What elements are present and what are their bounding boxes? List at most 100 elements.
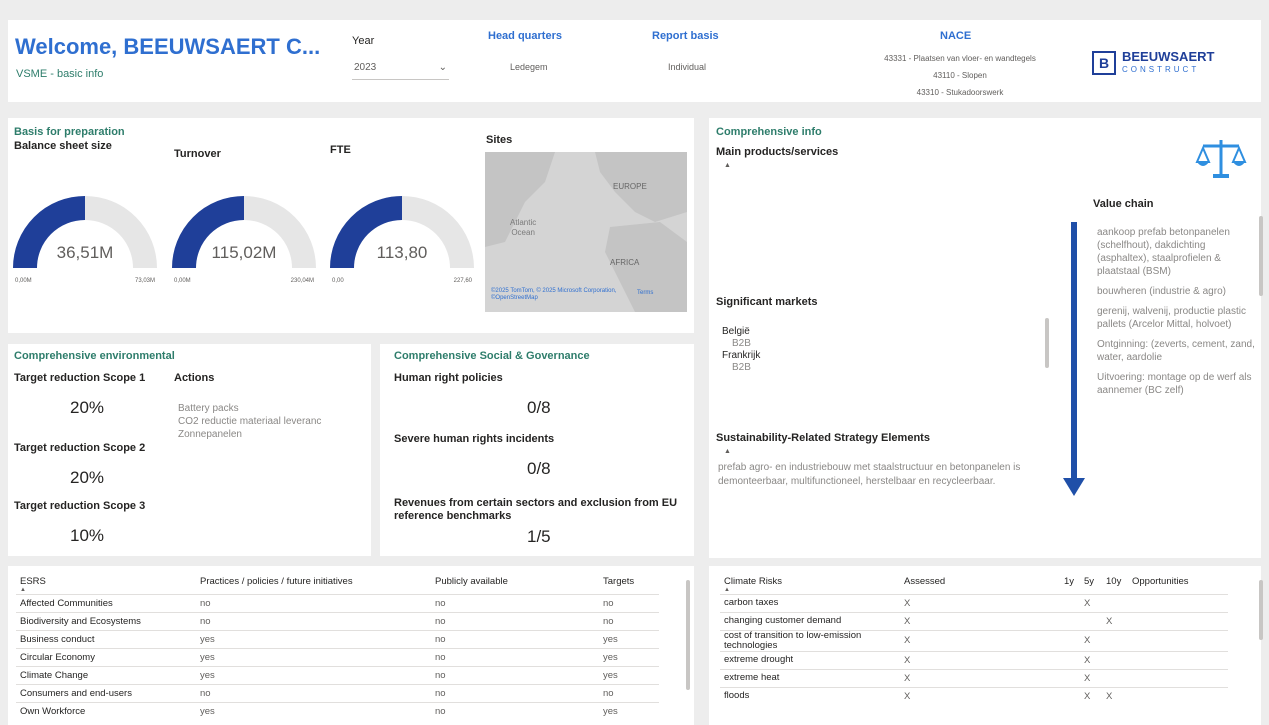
comprehensive-info-title: Comprehensive info xyxy=(716,126,822,138)
value-chain-scrollbar[interactable] xyxy=(1259,216,1263,296)
climate-risk-cell: carbon taxes xyxy=(720,593,900,612)
opportunities-cell xyxy=(1128,668,1228,687)
climate-risk-cell: floods xyxy=(720,686,900,705)
nace-item: 43331 - Plaatsen van vloer- en wandtegel… xyxy=(884,54,1036,63)
markets-scrollbar[interactable] xyxy=(1045,318,1049,368)
hr-policies-label: Human right policies xyxy=(394,372,503,384)
gauges-chart: 36,51M 0,00M 73,03M 115,02M 0,00M 230,04M 113,… xyxy=(13,196,474,284)
table-row[interactable]: floods X X X xyxy=(720,686,1228,705)
nace-item: 43310 - Stukadoorswerk xyxy=(916,88,1004,97)
nace-list: 43331 - Plaatsen van vloer- en wandtegel… xyxy=(840,50,1080,101)
practices-cell: yes xyxy=(196,665,431,684)
environmental-title: Comprehensive environmental xyxy=(14,350,175,362)
map-label-ocean: Atlantic Ocean xyxy=(510,218,537,237)
table-row[interactable]: Biodiversity and Ecosystems no no no xyxy=(16,611,659,630)
main-products-label: Main products/services xyxy=(716,146,839,158)
table-row[interactable]: extreme heat X X xyxy=(720,668,1228,687)
market-country: Frankrijk xyxy=(722,350,761,361)
climate-risks-header[interactable]: Climate Risks ▲ xyxy=(720,576,900,594)
esrs-table: ESRS ▲ Practices / policies / future init… xyxy=(16,576,659,720)
targets-header[interactable]: Targets xyxy=(599,576,659,594)
value-chain-list: aankoop prefab betonpanelen (schelfhout)… xyxy=(1097,226,1257,397)
value-chain-item: Ontginning: (zeverts, cement, zand, wate… xyxy=(1097,339,1255,363)
1y-cell xyxy=(1060,611,1080,630)
publicly-available-cell: no xyxy=(431,593,599,612)
gauge-min: 0,00M xyxy=(15,278,32,284)
10y-header[interactable]: 10y xyxy=(1102,576,1128,594)
actions-label: Actions xyxy=(174,372,215,384)
assessed-cell: X xyxy=(900,650,1060,669)
gauge-value: 113,80 xyxy=(377,243,428,262)
value-chain-item: bouwheren (industrie & agro) xyxy=(1097,286,1226,297)
esrs-cell: Affected Communities xyxy=(16,593,196,612)
5y-cell: X xyxy=(1080,686,1102,705)
table-row[interactable]: Affected Communities no no no xyxy=(16,593,659,612)
hq-value: Ledegem xyxy=(510,62,548,72)
table-row[interactable]: cost of transition to low-emission techn… xyxy=(720,629,1228,651)
market-country: België xyxy=(722,326,750,337)
5y-cell: X xyxy=(1080,668,1102,687)
gauge-value: 36,51M xyxy=(57,243,114,262)
1y-header[interactable]: 1y xyxy=(1060,576,1080,594)
table-row[interactable]: Own Workforce yes no yes xyxy=(16,701,659,720)
targets-cell: yes xyxy=(599,701,659,720)
table-row[interactable]: Business conduct yes no yes xyxy=(16,629,659,648)
targets-cell: no xyxy=(599,683,659,702)
table-row[interactable]: extreme drought X X xyxy=(720,650,1228,669)
assessed-cell: X xyxy=(900,686,1060,705)
table-row[interactable]: Circular Economy yes no yes xyxy=(16,647,659,666)
gauge-value: 115,02M xyxy=(212,243,277,262)
practices-header[interactable]: Practices / policies / future initiative… xyxy=(196,576,431,594)
5y-cell: X xyxy=(1080,650,1102,669)
report-basis-label: Report basis xyxy=(652,30,719,42)
sort-indicator-icon: ▲ xyxy=(724,162,731,169)
map-terms-link[interactable]: Terms xyxy=(637,290,653,296)
table-row[interactable]: changing customer demand X X xyxy=(720,611,1228,630)
map-label-europe: EUROPE xyxy=(613,182,647,191)
strategy-label: Sustainability-Related Strategy Elements xyxy=(716,432,930,444)
severe-incidents-value: 0/8 xyxy=(527,459,551,478)
gauge-max: 227,60 xyxy=(454,278,473,284)
esrs-header[interactable]: ESRS ▲ xyxy=(16,576,196,594)
practices-cell: yes xyxy=(196,647,431,666)
10y-cell: X xyxy=(1102,686,1128,705)
esrs-cell: Business conduct xyxy=(16,629,196,648)
nace-item: 43110 - Slopen xyxy=(933,71,987,80)
hr-policies-value: 0/8 xyxy=(527,398,551,417)
practices-cell: no xyxy=(196,611,431,630)
value-chain-item: aankoop prefab betonpanelen (schelfhout)… xyxy=(1097,227,1230,277)
table-row[interactable]: carbon taxes X X xyxy=(720,593,1228,612)
sites-label: Sites xyxy=(486,134,513,146)
opportunities-header[interactable]: Opportunities xyxy=(1128,576,1228,594)
1y-cell xyxy=(1060,686,1080,705)
practices-cell: no xyxy=(196,683,431,702)
esrs-cell: Consumers and end-users xyxy=(16,683,196,702)
climate-scrollbar[interactable] xyxy=(1259,580,1263,640)
publicly-available-cell: no xyxy=(431,665,599,684)
table-row[interactable]: Consumers and end-users no no no xyxy=(16,683,659,702)
assessed-cell: X xyxy=(900,668,1060,687)
market-code: B2B xyxy=(732,362,751,373)
scope1-label: Target reduction Scope 1 xyxy=(14,372,146,384)
1y-cell xyxy=(1060,650,1080,669)
publicly-available-header[interactable]: Publicly available xyxy=(431,576,599,594)
practices-cell: no xyxy=(196,593,431,612)
value-chain-item: gerenij, walvenij, productie plastic pal… xyxy=(1097,306,1246,330)
assessed-cell: X xyxy=(900,611,1060,630)
climate-risk-cell: changing customer demand xyxy=(720,611,900,630)
5y-cell: X xyxy=(1080,593,1102,612)
publicly-available-cell: no xyxy=(431,629,599,648)
assessed-cell: X xyxy=(900,593,1060,612)
sites-map[interactable]: EUROPE Atlantic Ocean AFRICA ©2025 TomTo… xyxy=(485,152,687,312)
esrs-scrollbar[interactable] xyxy=(686,580,690,690)
company-logo: B BEEUWSAERT CONSTRUCT xyxy=(1092,50,1214,76)
publicly-available-cell: no xyxy=(431,701,599,720)
5y-header[interactable]: 5y xyxy=(1080,576,1102,594)
table-row[interactable]: Climate Change yes no yes xyxy=(16,665,659,684)
scope2-value: 20% xyxy=(70,468,105,487)
assessed-header[interactable]: Assessed xyxy=(900,576,1060,594)
targets-cell: yes xyxy=(599,647,659,666)
map-copyright: ©2025 TomTom, © 2025 Microsoft Corporati… xyxy=(491,288,617,301)
esrs-cell: Biodiversity and Ecosystems xyxy=(16,611,196,630)
scope3-label: Target reduction Scope 3 xyxy=(14,500,146,512)
